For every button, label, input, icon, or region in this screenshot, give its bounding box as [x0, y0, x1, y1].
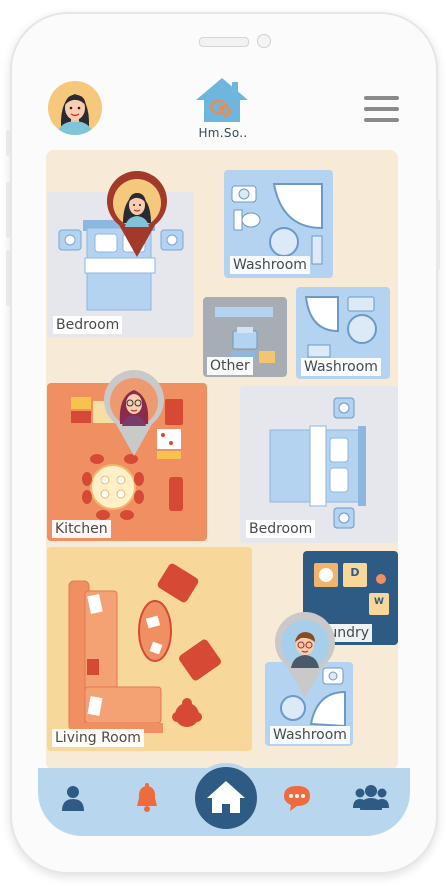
room-label: Washroom	[230, 256, 310, 274]
washer-key: W	[374, 597, 384, 607]
location-pin-man[interactable]	[273, 612, 337, 702]
room-washroom-mid[interactable]: Washroom	[296, 287, 390, 379]
group-icon[interactable]	[352, 784, 390, 812]
room-bedroom-mid[interactable]: Bedroom	[240, 386, 398, 543]
side-button	[6, 250, 10, 306]
side-button	[436, 200, 440, 270]
app-name: Hm.So..	[198, 126, 248, 140]
room-living-room[interactable]: Living Room	[47, 547, 252, 751]
dryer-key: D	[350, 566, 360, 579]
room-washroom-top[interactable]: Washroom	[224, 170, 333, 278]
house-logo-icon	[192, 76, 252, 124]
side-button	[6, 130, 10, 156]
room-label: Bedroom	[246, 520, 316, 538]
room-label: Washroom	[270, 726, 350, 744]
location-pin-woman[interactable]	[105, 171, 169, 261]
room-other[interactable]: Other	[203, 297, 287, 377]
speaker-grille	[199, 37, 249, 47]
hamburger-menu-icon[interactable]	[364, 96, 399, 126]
front-camera	[257, 34, 271, 48]
room-label: Other	[207, 357, 253, 375]
location-pin-woman-glasses[interactable]	[102, 370, 166, 460]
room-label: Bedroom	[53, 316, 123, 334]
home-button[interactable]	[191, 763, 261, 833]
room-label: Washroom	[301, 358, 381, 376]
side-button	[6, 182, 10, 238]
user-avatar[interactable]	[48, 81, 102, 135]
bell-icon[interactable]	[134, 783, 160, 813]
room-label: Living Room	[52, 729, 144, 747]
profile-icon[interactable]	[61, 784, 85, 812]
room-label: Kitchen	[52, 520, 111, 538]
chat-icon[interactable]	[282, 784, 312, 812]
